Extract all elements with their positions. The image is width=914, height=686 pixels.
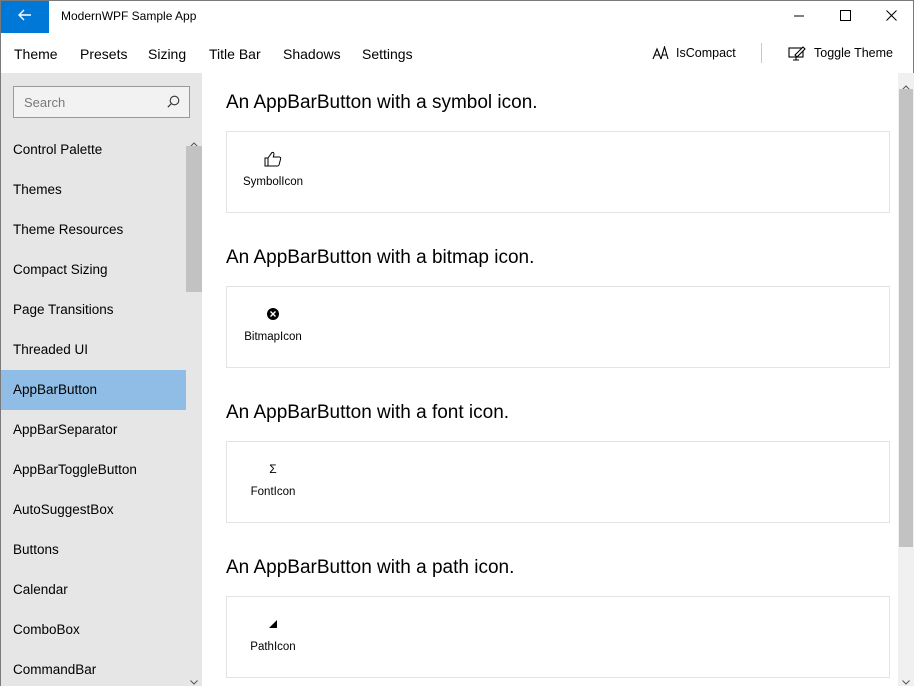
- nav-item-compact-sizing[interactable]: Compact Sizing: [1, 250, 186, 290]
- menu-bar: Theme Presets Sizing Title Bar Shadows S…: [1, 33, 913, 73]
- example-card-symbol: SymbolIcon: [226, 131, 890, 213]
- menu-sizing[interactable]: Sizing: [148, 46, 186, 62]
- menu-shadows[interactable]: Shadows: [283, 46, 341, 62]
- window-title: ModernWPF Sample App: [61, 9, 197, 23]
- title-bar: ModernWPF Sample App: [1, 1, 913, 33]
- nav-item-appbarseparator[interactable]: AppBarSeparator: [1, 410, 186, 450]
- example-card-bitmap: BitmapIcon: [226, 286, 890, 368]
- nav-item-commandbar[interactable]: CommandBar: [1, 650, 186, 686]
- toggle-theme-button[interactable]: Toggle Theme: [788, 43, 893, 63]
- nav-item-buttons[interactable]: Buttons: [1, 530, 186, 570]
- search-icon[interactable]: [167, 95, 180, 113]
- close-button[interactable]: [868, 1, 914, 33]
- menu-presets[interactable]: Presets: [80, 46, 127, 62]
- menu-title-bar[interactable]: Title Bar: [209, 46, 261, 62]
- search-box[interactable]: [13, 86, 190, 118]
- nav-item-autosuggestbox[interactable]: AutoSuggestBox: [1, 490, 186, 530]
- symbolicon-appbar-button[interactable]: SymbolIcon: [233, 148, 313, 204]
- nav-item-appbartogglebutton[interactable]: AppBarToggleButton: [1, 450, 186, 490]
- maximize-button[interactable]: [822, 1, 868, 33]
- scroll-down-icon[interactable]: [902, 672, 910, 686]
- nav-item-threaded-ui[interactable]: Threaded UI: [1, 330, 186, 370]
- example-card-font: Σ FontIcon: [226, 441, 890, 523]
- example-card-path: PathIcon: [226, 596, 890, 678]
- symbolicon-label: SymbolIcon: [242, 176, 304, 188]
- search-input[interactable]: [14, 87, 159, 117]
- command-separator: [761, 43, 762, 63]
- pathicon-appbar-button[interactable]: PathIcon: [233, 613, 313, 669]
- toggle-theme-label: Toggle Theme: [814, 46, 893, 60]
- bitmapicon-appbar-button[interactable]: BitmapIcon: [233, 303, 313, 359]
- app-window: ModernWPF Sample App Theme Presets Sizin…: [0, 0, 914, 686]
- theme-edit-icon: [788, 45, 807, 61]
- sidebar: Control Palette Themes Theme Resources C…: [1, 73, 202, 686]
- iscompact-label: IsCompact: [676, 46, 736, 60]
- nav-list: Control Palette Themes Theme Resources C…: [1, 130, 186, 686]
- section-title-bitmap: An AppBarButton with a bitmap icon.: [226, 247, 535, 268]
- section-title-path: An AppBarButton with a path icon.: [226, 557, 515, 578]
- bitmapicon-label: BitmapIcon: [244, 331, 302, 343]
- menu-settings[interactable]: Settings: [362, 46, 413, 62]
- triangle-path-icon: [267, 613, 279, 635]
- nav-item-control-palette[interactable]: Control Palette: [1, 130, 186, 170]
- main-scrollbar[interactable]: [898, 73, 914, 686]
- menu-theme[interactable]: Theme: [14, 46, 58, 62]
- minimize-icon: [794, 8, 804, 26]
- nav-item-page-transitions[interactable]: Page Transitions: [1, 290, 186, 330]
- nav-item-appbarbutton[interactable]: AppBarButton: [1, 370, 186, 410]
- font-size-icon: [652, 46, 669, 60]
- iscompact-button[interactable]: IsCompact: [652, 43, 736, 63]
- main-content: An AppBarButton with a symbol icon. Symb…: [202, 73, 898, 686]
- bitmap-x-icon: [266, 303, 280, 325]
- sidebar-scroll-thumb[interactable]: [186, 146, 202, 292]
- thumbs-up-icon: [264, 148, 282, 170]
- nav-item-combobox[interactable]: ComboBox: [1, 610, 186, 650]
- nav-item-theme-resources[interactable]: Theme Resources: [1, 210, 186, 250]
- pathicon-label: PathIcon: [250, 641, 296, 653]
- maximize-icon: [839, 8, 851, 26]
- back-arrow-icon: [18, 8, 32, 26]
- section-title-font: An AppBarButton with a font icon.: [226, 402, 510, 423]
- fonticon-appbar-button[interactable]: Σ FontIcon: [233, 458, 313, 514]
- sidebar-scrollbar[interactable]: [186, 130, 202, 686]
- nav-item-themes[interactable]: Themes: [1, 170, 186, 210]
- main-scroll-thumb[interactable]: [899, 89, 913, 547]
- minimize-button[interactable]: [776, 1, 822, 33]
- scroll-down-icon[interactable]: [190, 672, 198, 686]
- back-button[interactable]: [1, 1, 49, 33]
- sigma-icon: Σ: [269, 462, 277, 476]
- nav-item-calendar[interactable]: Calendar: [1, 570, 186, 610]
- close-icon: [885, 8, 897, 26]
- section-title-symbol: An AppBarButton with a symbol icon.: [226, 92, 538, 113]
- fonticon-label: FontIcon: [250, 486, 296, 498]
